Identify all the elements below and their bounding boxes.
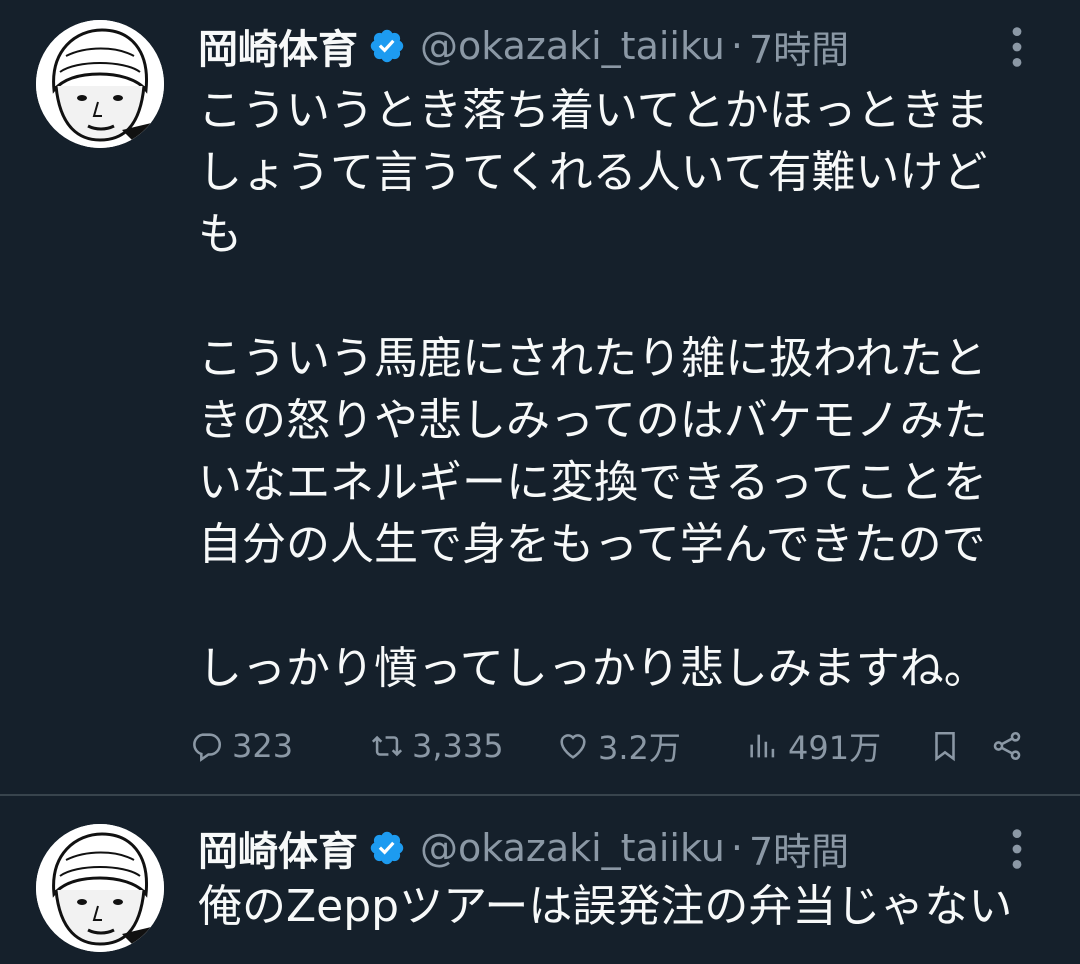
separator-dot: · bbox=[730, 826, 743, 870]
timestamp[interactable]: 7時間 bbox=[749, 821, 849, 876]
author-handle[interactable]: @okazaki_taiiku bbox=[420, 24, 725, 68]
tweet-text-line: 自分の人生で身をもって学んできたので bbox=[198, 519, 986, 570]
avatar-illustration bbox=[36, 20, 164, 148]
tweet-actions: 323 3,335 3.2万 491万 bbox=[190, 718, 1030, 774]
tweet[interactable]: 岡崎体育 @okazaki_taiiku · 7時間 俺のZeppツアーは誤発注… bbox=[0, 796, 1080, 964]
reply-count: 323 bbox=[232, 727, 294, 765]
tweet-text-line: 俺のZeppツアーは誤発注の弁当じゃない bbox=[198, 881, 1013, 932]
verified-badge-icon bbox=[368, 829, 406, 867]
views-count: 491万 bbox=[788, 729, 882, 767]
like-count: 3.2万 bbox=[598, 729, 681, 767]
more-options-icon[interactable] bbox=[1002, 22, 1032, 72]
reply-icon bbox=[193, 733, 222, 762]
avatar[interactable] bbox=[36, 824, 164, 952]
tweet-text-line: きの怒りや悲しみってのはバケモノみた bbox=[198, 395, 988, 446]
tweet-header: 岡崎体育 @okazaki_taiiku · 7時間 bbox=[198, 818, 1080, 878]
tweet-text: 俺のZeppツアーは誤発注の弁当じゃない bbox=[198, 876, 1028, 938]
tweet-text: こういうとき落ち着いてとかほっときま しょうて言うてくれる人いて有難いけど も … bbox=[198, 80, 1028, 700]
bookmark-icon bbox=[935, 731, 955, 762]
timestamp[interactable]: 7時間 bbox=[749, 19, 849, 74]
retweet-button[interactable]: 3,335 bbox=[370, 718, 504, 774]
author-name[interactable]: 岡崎体育 bbox=[198, 819, 358, 877]
tweet-text-line bbox=[198, 576, 1028, 638]
tweet-text-line: も bbox=[198, 209, 242, 260]
tweet[interactable]: 岡崎体育 @okazaki_taiiku · 7時間 こういうとき落ち着いてとか… bbox=[0, 0, 1080, 795]
tweet-text-line: いなエネルギーに変換できるってことを bbox=[198, 457, 987, 508]
tweet-text-line bbox=[198, 266, 1028, 328]
retweet-icon bbox=[371, 735, 403, 757]
retweet-count: 3,335 bbox=[412, 727, 504, 765]
author-handle[interactable]: @okazaki_taiiku bbox=[420, 826, 725, 870]
like-button[interactable]: 3.2万 bbox=[556, 718, 681, 774]
author-name[interactable]: 岡崎体育 bbox=[198, 17, 358, 75]
more-options-icon[interactable] bbox=[1002, 824, 1032, 874]
tweet-text-line: しょうて言うてくれる人いて有難いけど bbox=[198, 147, 988, 198]
heart-icon bbox=[560, 734, 586, 759]
avatar-illustration bbox=[36, 824, 164, 952]
tweet-text-line: しっかり憤ってしっかり悲しみますね。 bbox=[198, 643, 988, 694]
share-icon bbox=[993, 731, 1021, 761]
verified-badge-icon bbox=[368, 27, 406, 65]
views-button[interactable]: 491万 bbox=[746, 718, 881, 774]
separator-dot: · bbox=[730, 24, 743, 68]
tweet-header: 岡崎体育 @okazaki_taiiku · 7時間 bbox=[198, 16, 1080, 76]
avatar[interactable] bbox=[36, 20, 164, 148]
share-button[interactable] bbox=[990, 718, 1024, 774]
tweet-text-line: こういうとき落ち着いてとかほっときま bbox=[198, 85, 989, 136]
views-chart-icon bbox=[750, 734, 775, 758]
tweet-text-line: こういう馬鹿にされたり雑に扱われたと bbox=[198, 333, 987, 384]
reply-button[interactable]: 323 bbox=[190, 718, 293, 774]
bookmark-button[interactable] bbox=[928, 718, 962, 774]
